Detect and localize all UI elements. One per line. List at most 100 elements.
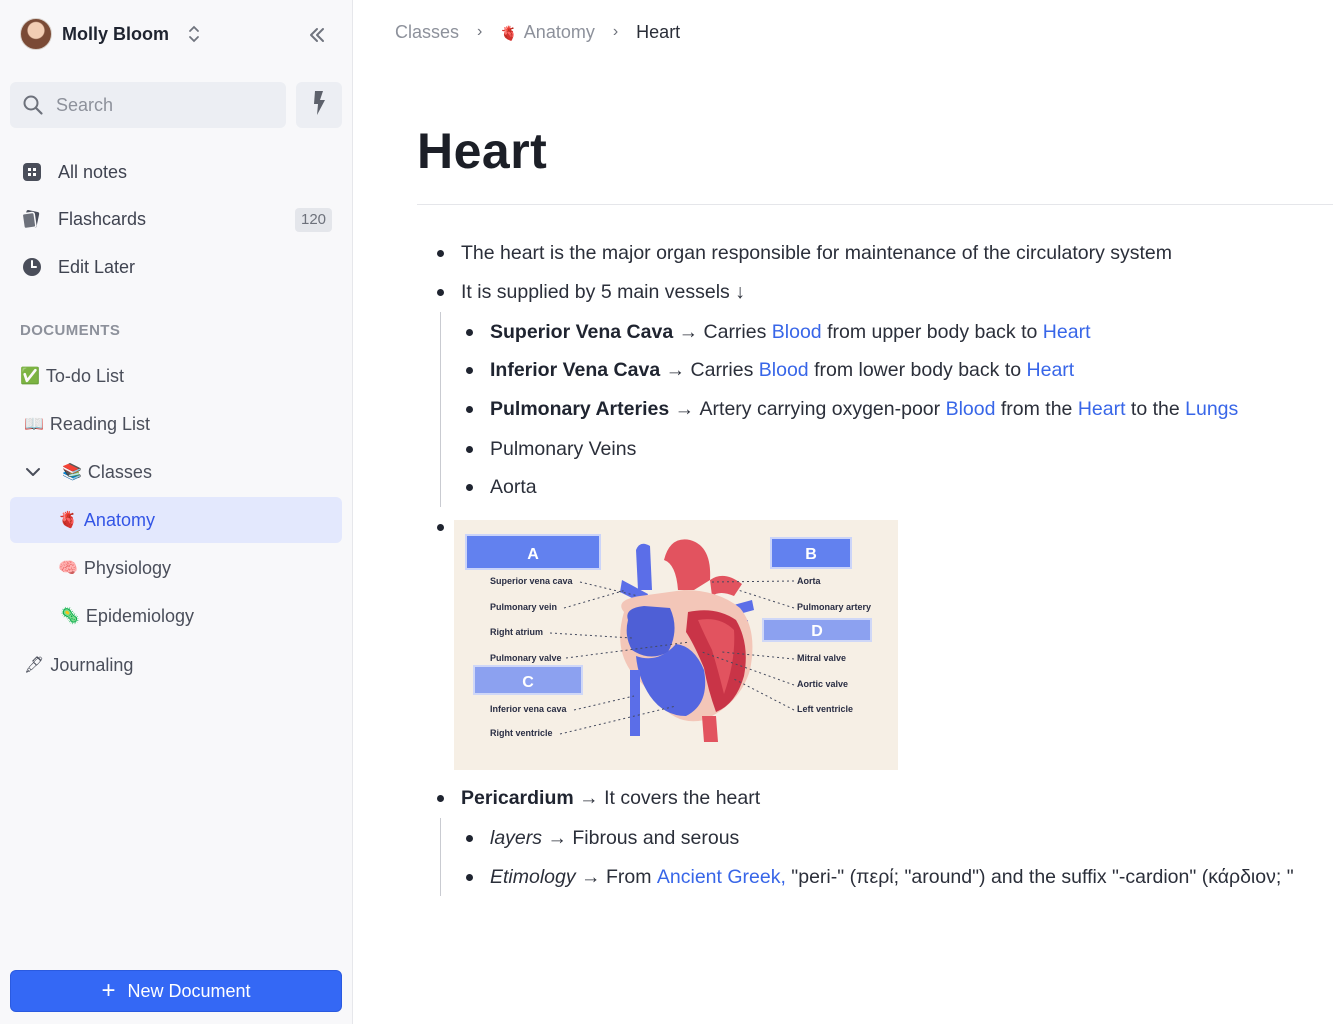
bullet-dot (437, 794, 444, 802)
heart-diagram-image[interactable]: A B C D Superior vena cava Pulmonary vei… (454, 520, 898, 770)
link-heart[interactable]: Heart (1027, 359, 1075, 382)
diagram-label: Aortic valve (797, 679, 848, 689)
doc-epidemiology[interactable]: 🦠 Epidemiology (60, 602, 194, 630)
list-item[interactable]: The heart is the major organ responsible… (437, 240, 1172, 266)
list-item[interactable]: layers → Fibrous and serous (466, 825, 739, 851)
diagram-label: Pulmonary artery (797, 602, 871, 612)
grid-icon (20, 160, 44, 184)
text: From (605, 865, 652, 888)
diagram-label: Right ventricle (490, 728, 553, 738)
list-item[interactable]: It is supplied by 5 main vessels ↓ (437, 279, 745, 305)
new-document-button[interactable]: + New Document (10, 970, 342, 1012)
term: Superior Vena Cava (490, 320, 674, 343)
doc-reading-list[interactable]: 📖 Reading List (24, 410, 150, 438)
chevron-down-icon[interactable] (24, 463, 42, 481)
bullet-dot (466, 328, 473, 336)
list-item[interactable]: Pulmonary Veins (466, 436, 636, 462)
breadcrumb-item-classes[interactable]: Classes (395, 22, 459, 43)
indent-guide (440, 312, 441, 507)
link-ancient-greek[interactable]: Ancient Greek, (657, 866, 786, 889)
list-item[interactable]: Inferior Vena Cava → Carries Blood from … (466, 357, 1074, 383)
lightning-icon (311, 90, 327, 121)
list-item[interactable]: Etimology → From Ancient Greek, "peri-" … (466, 864, 1333, 890)
collapse-sidebar-icon[interactable] (306, 24, 328, 46)
bullet-dot (466, 445, 473, 453)
quick-action-button[interactable] (296, 82, 342, 128)
pulmonary-artery-shape (710, 575, 742, 596)
link-blood[interactable]: Blood (759, 359, 809, 382)
doc-classes[interactable]: 📚 Classes (62, 458, 152, 486)
list-item[interactable]: Pulmonary Arteries → Artery carrying oxy… (466, 396, 1238, 422)
diagram-label: Left ventricle (797, 704, 853, 714)
indent-guide (440, 818, 441, 896)
chevron-right-icon: › (477, 23, 483, 40)
doc-label: Reading List (49, 413, 150, 434)
anatomical-heart-icon: 🫀 (58, 512, 78, 529)
anatomical-heart-icon: 🫀 (500, 24, 518, 41)
box-label-c: C (522, 674, 534, 691)
list-item[interactable]: Aorta (466, 474, 537, 500)
avatar (20, 18, 52, 50)
cards-icon (20, 207, 44, 231)
doc-anatomy[interactable]: 🫀 Anatomy (58, 506, 155, 534)
nav-flashcards[interactable]: Flashcards (20, 205, 146, 233)
bullet-text: Pulmonary Veins (490, 437, 637, 460)
text: from upper body back to (827, 320, 1038, 343)
right-atrium-shape (626, 606, 675, 657)
term: Etimology (490, 865, 576, 888)
text: from lower body back to (814, 358, 1022, 381)
text: Artery carrying oxygen-poor (699, 397, 941, 420)
inferior-vena-cava-shape (630, 670, 640, 736)
documents-section-label: DOCUMENTS (20, 322, 121, 339)
nav-edit-later[interactable]: Edit Later (20, 253, 135, 281)
brain-icon: 🧠 (58, 560, 78, 577)
diagram-label: Aorta (797, 576, 821, 586)
breadcrumb-item-anatomy[interactable]: 🫀 Anatomy (500, 22, 594, 43)
bullet-dot (466, 483, 473, 491)
arrow: → (581, 865, 601, 888)
bullet-dot (466, 873, 473, 881)
nav-label: All notes (58, 161, 128, 182)
title-divider (417, 204, 1333, 205)
breadcrumb-item-heart[interactable]: Heart (636, 22, 680, 43)
arrow: → (674, 397, 695, 420)
superior-vena-cava-shape (636, 543, 652, 590)
list-item[interactable]: Pericardium → It covers the heart (437, 785, 760, 811)
doc-todo-list[interactable]: ✅ To-do List (20, 362, 124, 390)
box-label-a: A (527, 546, 539, 563)
page-title[interactable]: Heart (417, 122, 547, 180)
link-lungs[interactable]: Lungs (1185, 398, 1238, 421)
text: to the (1130, 397, 1180, 420)
checkmark-icon: ✅ (20, 368, 40, 385)
bullet-dot (437, 249, 444, 257)
box-label-d: D (811, 623, 823, 640)
diagram-label: Pulmonary valve (490, 653, 562, 663)
flashcards-count-badge: 120 (295, 208, 333, 232)
doc-physiology[interactable]: 🧠 Physiology (58, 554, 171, 582)
pen-icon: 🖋 (24, 657, 45, 674)
plus-icon: + (101, 977, 116, 1004)
link-heart[interactable]: Heart (1078, 398, 1126, 421)
link-blood[interactable]: Blood (772, 321, 822, 344)
bullet-dot (466, 834, 473, 842)
diagram-label: Superior vena cava (490, 576, 574, 586)
nav-label: Edit Later (58, 256, 136, 277)
user-switcher[interactable]: Molly Bloom (20, 18, 201, 50)
search-placeholder: Search (56, 94, 114, 115)
user-name: Molly Bloom (62, 23, 169, 44)
diagram-label: Mitral valve (797, 653, 846, 663)
list-item[interactable]: Superior Vena Cava → Carries Blood from … (466, 319, 1090, 345)
text: Fibrous and serous (572, 826, 740, 849)
link-blood[interactable]: Blood (946, 398, 996, 421)
bullet-text: Aorta (490, 475, 537, 498)
doc-label: Anatomy (83, 509, 155, 530)
search-icon (22, 94, 44, 116)
breadcrumb: Classes › 🫀 Anatomy › Heart (395, 20, 680, 44)
search-input[interactable]: Search (10, 82, 286, 128)
doc-label: Classes (87, 461, 152, 482)
aorta-shape (664, 539, 711, 590)
link-heart[interactable]: Heart (1043, 321, 1091, 344)
nav-all-notes[interactable]: All notes (20, 158, 127, 186)
doc-journaling[interactable]: 🖋 Journaling (24, 651, 133, 679)
bullet-dot (466, 405, 473, 413)
